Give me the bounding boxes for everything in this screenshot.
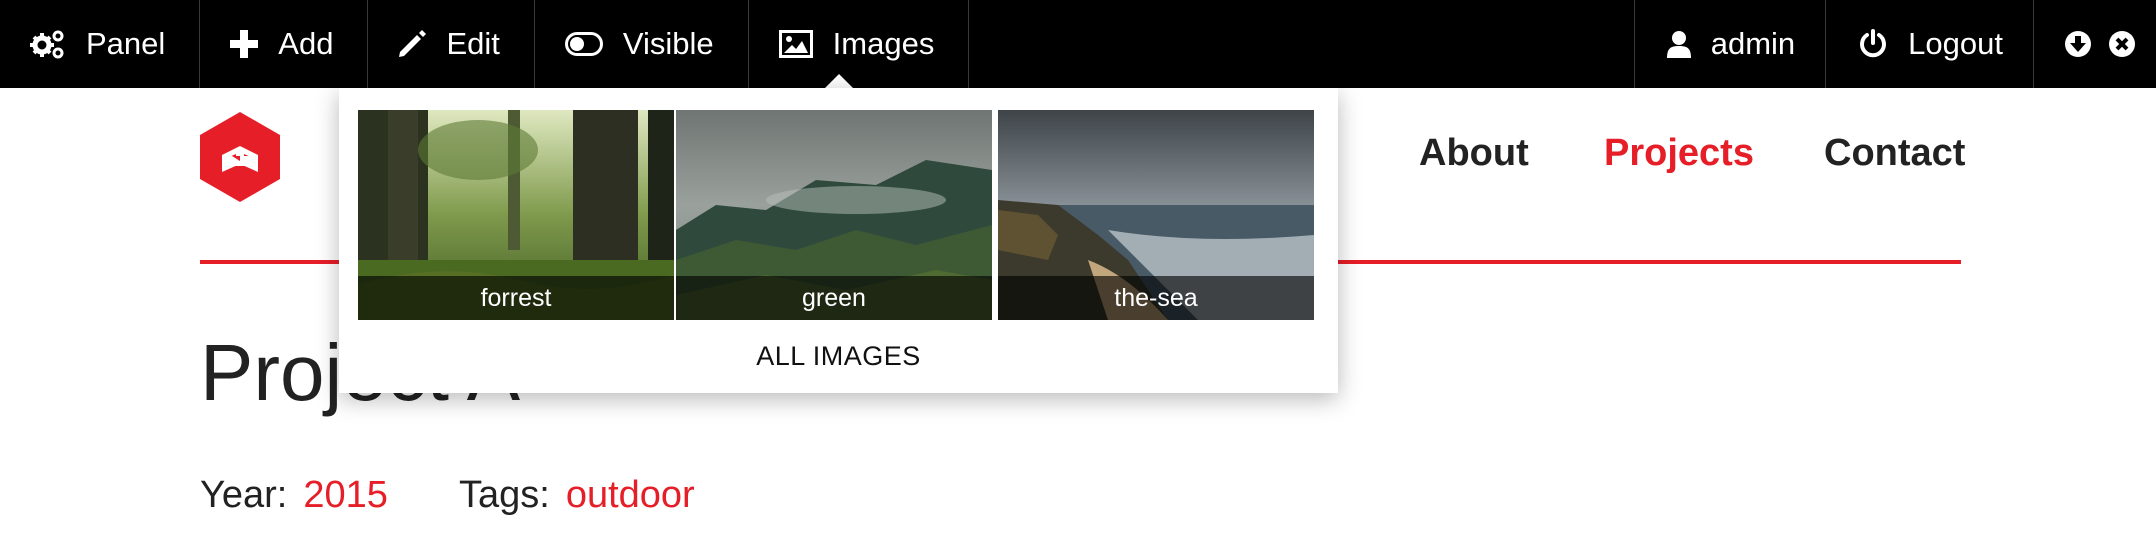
user-label: admin (1710, 26, 1796, 61)
gears-icon (30, 30, 64, 59)
visible-toggle[interactable]: Visible (535, 0, 749, 88)
user-icon (1666, 31, 1691, 58)
nav-about[interactable]: About (1419, 132, 1529, 175)
plus-icon (230, 30, 259, 58)
image-caption: forrest (358, 276, 674, 320)
edit-button[interactable]: Edit (368, 0, 535, 88)
images-button[interactable]: Images (749, 0, 970, 88)
admin-toolbar: Panel Add Edit Visible Images admin Logo… (0, 0, 2156, 88)
tags-label: Tags: (459, 474, 550, 516)
year-link[interactable]: 2015 (303, 474, 388, 516)
power-icon (1860, 29, 1887, 58)
logout-button[interactable]: Logout (1826, 0, 2034, 88)
nav-projects[interactable]: Projects (1604, 132, 1754, 175)
image-caption: green (676, 276, 992, 320)
visible-label: Visible (622, 26, 714, 61)
toggle-icon (564, 32, 603, 56)
edit-label: Edit (446, 26, 500, 61)
nav-contact[interactable]: Contact (1824, 132, 1965, 175)
project-tags: Tags: outdoor (459, 474, 695, 517)
year-label: Year: (200, 474, 288, 516)
close-icon[interactable] (2108, 30, 2136, 58)
dropdown-caret (825, 74, 853, 88)
images-dropdown: forrest green the-sea ALL IMAGES (339, 88, 1338, 393)
image-thumb-the-sea[interactable]: the-sea (998, 110, 1314, 320)
site-logo[interactable] (198, 110, 282, 209)
image-thumb-forrest[interactable]: forrest (358, 110, 674, 320)
tag-link[interactable]: outdoor (566, 474, 695, 516)
pencil-icon (399, 30, 427, 57)
toolbar-spacer (969, 0, 1635, 88)
images-label: Images (832, 26, 935, 61)
logo-hexagon-icon (200, 112, 280, 202)
add-button[interactable]: Add (200, 0, 369, 88)
all-images-link[interactable]: ALL IMAGES (339, 341, 1338, 372)
toolbar-controls (2034, 0, 2156, 88)
panel-button[interactable]: Panel (0, 0, 201, 88)
project-year: Year: 2015 (200, 474, 388, 517)
image-caption: the-sea (998, 276, 1314, 320)
logout-label: Logout (1908, 26, 2003, 61)
image-thumb-green[interactable]: green (676, 110, 992, 320)
arrow-down-icon[interactable] (2064, 30, 2092, 58)
add-label: Add (278, 26, 334, 61)
image-icon (778, 30, 813, 58)
panel-label: Panel (86, 26, 166, 61)
user-menu[interactable]: admin (1635, 0, 1827, 88)
